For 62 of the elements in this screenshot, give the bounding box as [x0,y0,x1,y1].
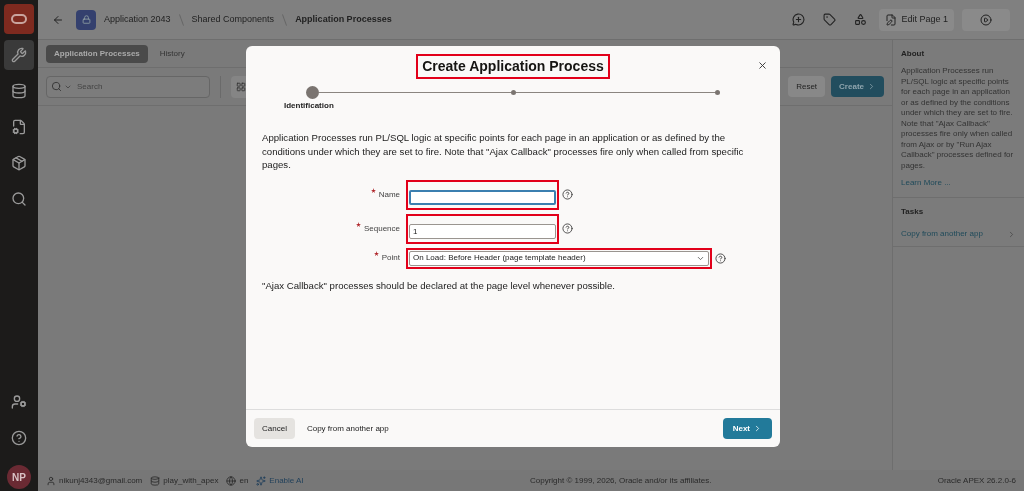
back-icon[interactable] [52,13,64,26]
shapes-icon[interactable] [854,13,868,26]
field-label: Sequence [363,222,400,235]
play-icon [980,13,992,26]
avatar[interactable]: NP [7,465,31,489]
intro-text: Application Processes run PL/SQL logic at specific points for each page in an application or as defined by the conditions under which they are set to fire. Note that "Ajax Callback" processes fire only when called from specific pages. [261,131,745,172]
comment-icon[interactable] [792,13,806,26]
search-icon [51,81,62,92]
tag-icon[interactable] [823,13,837,26]
edit-page-button[interactable]: Edit Page 1 [879,8,954,31]
tools-icon [11,47,27,63]
breadcrumb-link[interactable]: Shared Components [191,12,275,27]
version-text: Oracle APEX 26.2.0-6 [937,474,1016,487]
database-icon [11,83,27,99]
breadcrumb-link[interactable]: Application 2043 [104,12,171,27]
globe-icon [226,475,237,486]
close-icon[interactable] [757,60,768,71]
field-label: Name [378,188,400,201]
point-select[interactable]: On Load: Before Header (page template header) [409,250,709,266]
logo-icon[interactable] [4,4,34,34]
create-button[interactable]: Create [831,76,884,97]
grid-icon [236,81,246,92]
help-icon[interactable] [715,252,726,264]
workspace-name[interactable]: play_with_apex [150,474,219,487]
chevron-right-icon [753,424,762,433]
sparkles-icon [256,475,267,486]
tab[interactable]: History [151,44,193,63]
database-icon [150,475,161,486]
breadcrumb-link[interactable]: Application Processes [295,12,392,27]
step-label: Identification [284,100,334,112]
help-icon[interactable] [562,189,573,200]
help-icon[interactable] [562,223,573,234]
page-gear-icon [11,119,27,135]
copyright-text: Copyright © 1999, 2026, Oracle and/or its affiliates. [529,474,712,487]
text-field[interactable]: 1 [409,223,556,239]
tab[interactable]: Application Processes [46,44,148,63]
copy-app-button[interactable]: Copy from another app [306,422,389,435]
user-icon [46,475,56,486]
box-icon [11,155,27,171]
learn-more-link[interactable]: Learn More ... [901,177,1016,189]
reset-button[interactable]: Reset [788,76,826,97]
text-field[interactable] [409,189,556,205]
chevron-right-icon [867,82,876,91]
user-gear-icon [11,394,27,410]
note-text: "Ajax Callback" processes should be declared at the page level whenever possible. [261,278,616,293]
about-title: About [901,48,926,60]
search-icon [11,191,27,207]
cancel-button[interactable]: Cancel [254,418,295,439]
next-button[interactable]: Next [722,418,772,439]
page-edit-icon [885,13,898,26]
dialog-title: Create Application Process [416,54,610,79]
language-link[interactable]: en [226,474,249,487]
rail-button[interactable] [4,40,34,70]
run-button[interactable] [962,8,1010,31]
tasks-title: Tasks [901,206,925,218]
enable-ai-link[interactable]: Enable AI [256,474,304,487]
task-link[interactable]: Copy from another app [901,228,1016,240]
lock-icon [81,15,91,24]
chevron-right-icon [1007,229,1016,239]
field-label: Point [381,252,400,264]
user-email[interactable]: nikunj4343@gmail.com [46,474,143,487]
help-icon [11,430,27,446]
